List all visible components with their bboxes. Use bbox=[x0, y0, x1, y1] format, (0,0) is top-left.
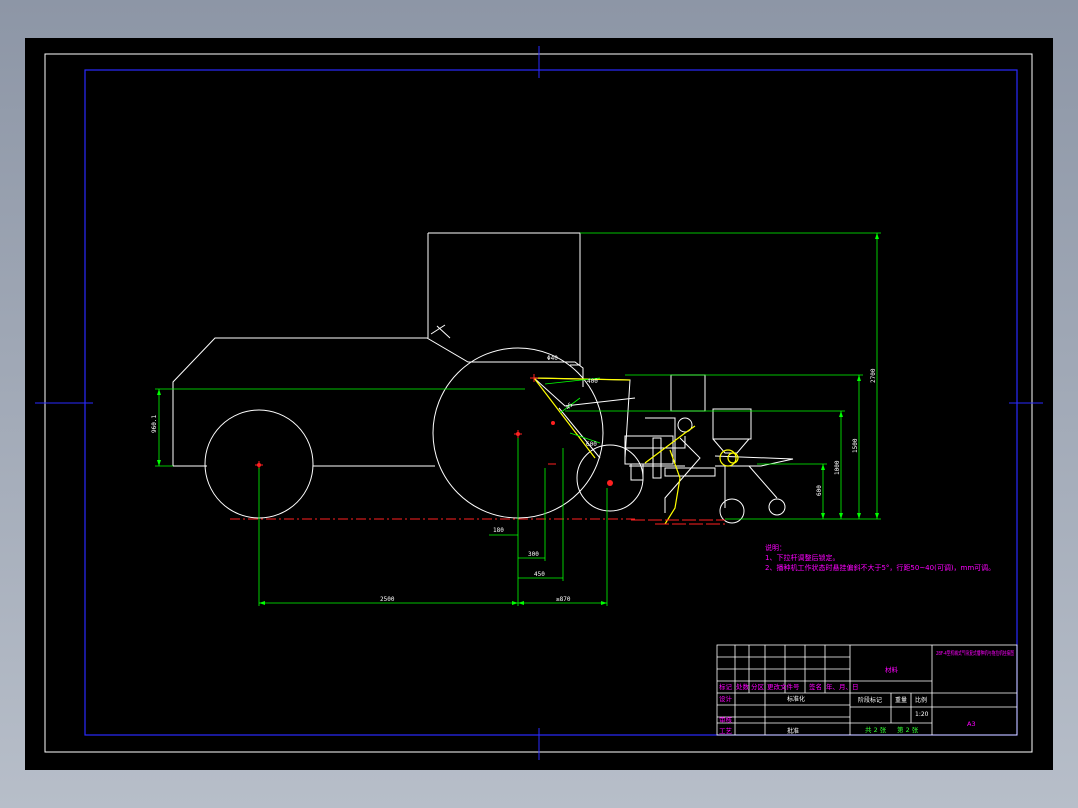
dim-1000: 1000 bbox=[834, 460, 841, 475]
design-label: 设计 bbox=[719, 694, 733, 703]
cad-drawing: 180 300 450 2500 ≥870 960.1 2700 1500 10… bbox=[35, 46, 1043, 760]
drawing-name: 2BF-4型机械式气吸复式播种机与拖拉机挂接图 bbox=[936, 649, 1014, 657]
drawing-name-text: 2BF-4型机械式气吸复式播种机与拖拉机挂接图 bbox=[936, 649, 1014, 657]
center-crosses bbox=[255, 374, 556, 469]
dim-400: 400 bbox=[587, 378, 598, 385]
outer-border bbox=[44, 53, 1033, 753]
dim-2700: 2700 bbox=[870, 368, 877, 383]
dim-180: 180 bbox=[493, 527, 504, 534]
drawing-sheet: 180 300 450 2500 ≥870 960.1 2700 1500 10… bbox=[25, 38, 1053, 770]
ground-line bbox=[230, 518, 725, 525]
process-label: 工艺 bbox=[719, 727, 733, 735]
row-label-change: 更改文件号 bbox=[767, 682, 800, 691]
dim-2500: 2500 bbox=[380, 596, 395, 603]
check-label: 审核 bbox=[719, 715, 733, 724]
dim-40: Φ40 bbox=[547, 355, 558, 362]
dim-600b: 600 bbox=[586, 441, 597, 448]
press-wheel-a bbox=[719, 498, 745, 524]
gauge-wheel bbox=[576, 444, 644, 512]
linkage bbox=[533, 374, 794, 513]
sheet-size: A3 bbox=[967, 720, 976, 728]
tractor-hood bbox=[172, 337, 584, 466]
row-label-sign: 签名 bbox=[809, 682, 822, 691]
stage-label: 阶段标记 bbox=[858, 696, 882, 704]
notes-line-1: 1、下拉杆调整后锁定。 bbox=[765, 553, 839, 562]
standard-label: 标准化 bbox=[787, 695, 805, 703]
dim-1500: 1500 bbox=[852, 438, 859, 453]
tractor bbox=[172, 232, 786, 524]
material-label: 材料 bbox=[885, 665, 899, 674]
notes-title: 说明： bbox=[765, 543, 786, 552]
sheet-number: 第 2 张 bbox=[897, 725, 919, 734]
scale-value: 1:20 bbox=[915, 711, 929, 718]
dim-600: 600 bbox=[816, 485, 823, 496]
dim-960: 960.1 bbox=[151, 415, 158, 433]
dim-450: 450 bbox=[534, 571, 545, 578]
press-wheel-b bbox=[768, 498, 786, 516]
center-marks bbox=[35, 46, 1043, 760]
hitch-highlight bbox=[533, 377, 739, 525]
approve-label: 批准 bbox=[787, 727, 799, 735]
row-label-mark: 标记 bbox=[719, 682, 733, 691]
dim-870: ≥870 bbox=[556, 596, 571, 603]
title-block: 材料 2BF-4型机械式气吸复式播种机与拖拉机挂接图 A3 标记 处数 分区 更… bbox=[716, 644, 1018, 736]
notes-line-2: 2、播种机工作状态时悬挂偏斜不大于5°，行距50~40(可调)，mm可调。 bbox=[765, 563, 995, 572]
tractor-cab bbox=[428, 232, 581, 366]
row-label-count: 处数 bbox=[736, 682, 750, 691]
dim-300: 300 bbox=[528, 551, 539, 558]
row-label-date: 年、月、日 bbox=[826, 682, 859, 691]
total-sheets: 共 2 张 bbox=[865, 725, 887, 734]
weight-label: 重量 bbox=[895, 696, 907, 704]
scale-label: 比例 bbox=[915, 696, 927, 704]
row-label-zone: 分区 bbox=[751, 682, 765, 691]
